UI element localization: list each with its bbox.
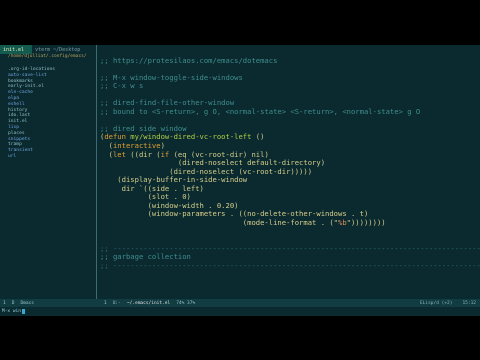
minibuffer[interactable]: M-x win [0,307,480,316]
code-token: ;; C-x w s [100,81,144,91]
comment-line[interactable]: ;; https://protesilaos.com/emacs/dotemac… [100,55,480,66]
editor-window[interactable]: ;; https://protesilaos.com/emacs/dotemac… [97,45,480,299]
code-token: ;; https://protesilaos.com/emacs/dotemac… [100,55,278,65]
mode-line-left: 1 D Dmacs [0,301,96,306]
dired-dir-entry[interactable]: url [8,154,96,160]
tab-label: vterm ~/Desktop [35,46,81,53]
comment-line[interactable]: ;; bound to <S-return>, g O, <normal-sta… [100,106,480,117]
tab-label: init.el [3,46,25,53]
mode-line-tail: ELisp/d (+2) 15:12 [420,301,480,306]
dired-path: /home/djulliat/.config/emacs/ [8,54,87,59]
buffer-file-name: ~/.emacs/init.el [126,300,171,306]
major-mode: ELisp/d (+2) [419,300,453,306]
emacs-frame: init.el vterm ~/Desktop /home/djulliat/.… [0,45,480,316]
code-buffer[interactable]: ;; https://protesilaos.com/emacs/dotemac… [97,45,480,287]
buffer-indicator: D [11,300,15,306]
tab-init-el[interactable]: init.el [0,45,33,54]
buffer-flag: U:- [112,300,121,306]
code-line[interactable] [100,279,480,288]
dired-file-list: .org-id-locations auto-save-list bookmarks… [0,67,96,160]
code-token: %b [338,217,347,227]
mode-line: 1 D Dmacs 1 U:- ~/.emacs/init.el 74% 37%… [0,299,480,307]
tab-bar: init.el vterm ~/Desktop [0,45,96,54]
blank-line[interactable] [100,270,480,279]
code-token: (mode-line-format . (" [100,217,338,227]
comment-line[interactable]: ;; C-x w s [100,81,480,91]
mode-line-right: 1 U:- ~/.emacs/init.el 74% 37% ELisp/d (… [96,301,480,306]
separator-line[interactable]: ;; -------------------------------------… [100,260,480,271]
dired-side-window[interactable]: init.el vterm ~/Desktop /home/djulliat/.… [0,45,96,299]
blank-line[interactable] [100,227,480,236]
code-token: ")))))))) [346,217,386,227]
evil-state: 1 [3,300,6,306]
code-token: () [251,132,265,142]
buffer-position: 74% 37% [176,300,196,306]
code-token: ;; -------------------------------------… [100,260,480,270]
minibuffer-input[interactable]: M-x win [2,309,21,314]
clock: 15:12 [462,300,476,306]
code-line[interactable]: (mode-line-format . ("%b")))))))) [100,217,480,228]
text-cursor [21,309,25,314]
tab-vterm[interactable]: vterm ~/Desktop [32,47,83,53]
comment-line[interactable]: ;; M-x window-toggle-side-windows [100,73,480,83]
evil-state-right: 1 [104,300,107,306]
code-token: ;; bound to <S-return>, g O, <normal-sta… [100,106,421,116]
major-mode-left: Dmacs [20,300,34,306]
